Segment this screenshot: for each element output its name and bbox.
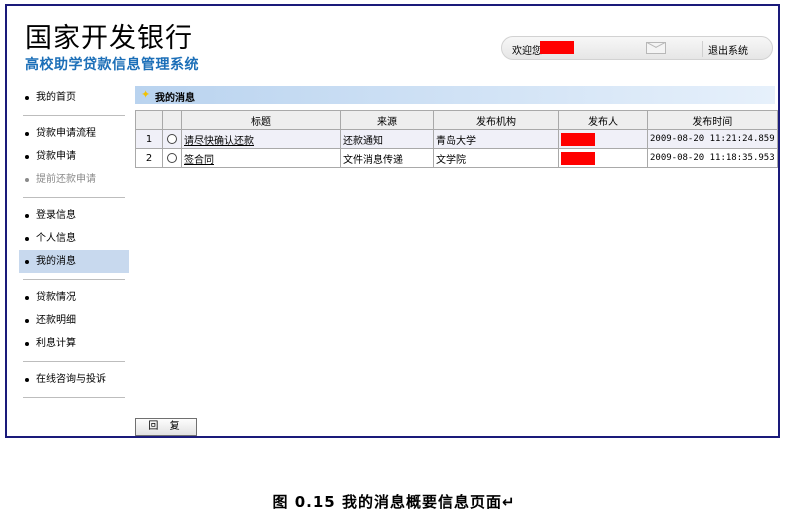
section-header: ✦ 我的消息	[135, 86, 775, 104]
sidebar-divider	[23, 397, 125, 398]
message-title-link[interactable]: 签合同	[184, 155, 214, 166]
sidebar-item[interactable]: 贷款申请流程	[19, 122, 129, 145]
col-header-time: 发布时间	[647, 110, 778, 130]
bullet-icon	[25, 214, 29, 218]
sidebar-item-label: 贷款情况	[36, 292, 76, 303]
brand-title: 国家开发银行	[25, 23, 193, 54]
message-source: 文件消息传递	[340, 148, 434, 168]
sidebar-item-label: 我的首页	[36, 92, 76, 103]
app-frame: 国家开发银行 高校助学贷款信息管理系统 欢迎您 退出系统 我的首页贷款申请流程贷…	[5, 4, 780, 438]
table-row[interactable]: 2 签合同 文件消息传递 文学院 2009-08-20 11:18:35.953	[135, 148, 778, 168]
sidebar-item-label: 贷款申请	[36, 151, 76, 162]
redacted-publisher	[561, 151, 595, 165]
sidebar-divider	[23, 279, 125, 280]
mail-icon[interactable]	[646, 42, 666, 54]
sidebar-item-label: 在线咨询与投诉	[36, 374, 106, 385]
message-time: 2009-08-20 11:21:24.859	[647, 129, 778, 149]
sidebar-item[interactable]: 贷款申请	[19, 145, 129, 168]
sidebar-item[interactable]: 我的消息	[19, 250, 129, 273]
sidebar-item[interactable]: 登录信息	[19, 204, 129, 227]
sidebar-item-label: 利息计算	[36, 338, 76, 349]
star-icon: ✦	[141, 88, 151, 101]
sidebar-item[interactable]: 贷款情况	[19, 286, 129, 309]
logout-button[interactable]: 退出系统	[708, 42, 748, 57]
messages-table: 标题 来源 发布机构 发布人 发布时间 1 请尽快确认还款 还款通知 青岛大学 …	[135, 110, 778, 168]
row-number: 2	[135, 148, 163, 168]
sidebar-item[interactable]: 个人信息	[19, 227, 129, 250]
col-header-source: 来源	[340, 110, 434, 130]
sidebar-item[interactable]: 利息计算	[19, 332, 129, 355]
bullet-icon	[25, 155, 29, 159]
bullet-icon	[25, 132, 29, 136]
bullet-icon	[25, 96, 29, 100]
row-number: 1	[135, 129, 163, 149]
message-title-link[interactable]: 请尽快确认还款	[184, 136, 254, 147]
sidebar-divider	[23, 115, 125, 116]
bullet-icon	[25, 260, 29, 264]
bullet-icon	[25, 296, 29, 300]
sidebar-item[interactable]: 提前还款申请	[19, 168, 129, 191]
col-header-num	[135, 110, 163, 130]
bullet-icon	[25, 319, 29, 323]
sidebar-divider	[23, 197, 125, 198]
table-row[interactable]: 1 请尽快确认还款 还款通知 青岛大学 2009-08-20 11:21:24.…	[135, 129, 778, 149]
col-header-publisher: 发布人	[558, 110, 648, 130]
redacted-username	[540, 41, 574, 54]
row-radio[interactable]	[167, 133, 177, 144]
brand: 国家开发银行 高校助学贷款信息管理系统	[25, 24, 199, 74]
sidebar-item-label: 提前还款申请	[36, 174, 96, 185]
sidebar-item-label: 个人信息	[36, 233, 76, 244]
figure-caption: 图 0.15 我的消息概要信息页面↵	[272, 493, 516, 511]
message-org: 青岛大学	[433, 129, 559, 149]
sidebar-item-label: 还款明细	[36, 315, 76, 326]
bullet-icon	[25, 378, 29, 382]
sidebar-item[interactable]: 在线咨询与投诉	[19, 368, 129, 391]
message-source: 还款通知	[340, 129, 434, 149]
sidebar-item-label: 登录信息	[36, 210, 76, 221]
bullet-icon	[25, 342, 29, 346]
section-title: 我的消息	[155, 93, 195, 104]
sidebar-item-label: 贷款申请流程	[36, 128, 96, 139]
sidebar-item[interactable]: 我的首页	[19, 86, 129, 109]
welcome-text: 欢迎您	[512, 46, 542, 57]
message-org: 文学院	[433, 148, 559, 168]
bullet-icon	[25, 178, 29, 182]
col-header-title: 标题	[181, 110, 341, 130]
col-header-select	[162, 110, 182, 130]
sidebar-item-label: 我的消息	[36, 256, 76, 267]
divider	[702, 41, 703, 57]
brand-subtitle: 高校助学贷款信息管理系统	[25, 57, 199, 73]
message-time: 2009-08-20 11:18:35.953	[647, 148, 778, 168]
sidebar: 我的首页贷款申请流程 贷款申请提前还款申请 登录信息个人信息我的消息贷款情况还款明细…	[19, 86, 129, 404]
sidebar-divider	[23, 361, 125, 362]
sidebar-item[interactable]: 还款明细	[19, 309, 129, 332]
reply-button[interactable]: 回 复	[135, 418, 197, 436]
table-header-row: 标题 来源 发布机构 发布人 发布时间	[135, 110, 778, 130]
row-radio[interactable]	[167, 152, 177, 163]
user-bar: 欢迎您 退出系统	[501, 36, 773, 60]
redacted-publisher	[561, 132, 595, 146]
col-header-org: 发布机构	[433, 110, 559, 130]
bullet-icon	[25, 237, 29, 241]
